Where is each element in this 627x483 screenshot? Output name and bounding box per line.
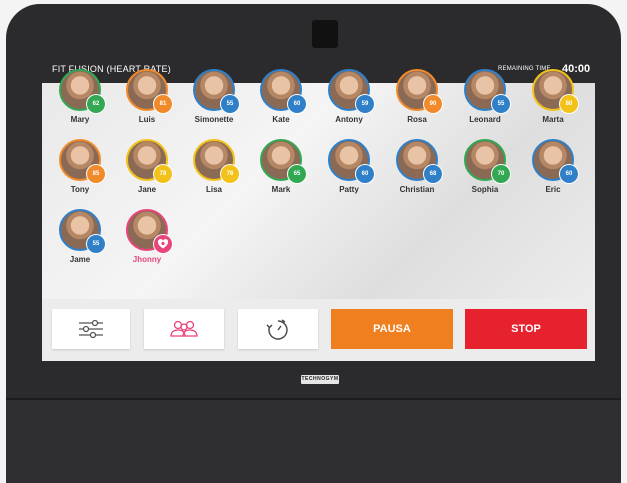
- athlete-card[interactable]: 90 Rosa: [385, 69, 449, 139]
- athlete-card[interactable]: 70 Sophia: [453, 139, 517, 209]
- heart-rate-badge: 80: [560, 95, 578, 113]
- heart-rate-badge: 55: [221, 95, 239, 113]
- athlete-card[interactable]: 65 Mark: [249, 139, 313, 209]
- athlete-name: Simonette: [194, 115, 234, 124]
- heart-rate-badge: 81: [154, 95, 172, 113]
- athlete-name: Patty: [339, 185, 359, 194]
- athlete-card[interactable]: 68 Christian: [385, 139, 449, 209]
- athlete-card[interactable]: 76 Lisa: [182, 139, 246, 209]
- athlete-card[interactable]: 60 Eric: [521, 139, 585, 209]
- heart-plus-icon: [154, 235, 172, 253]
- camera: [312, 20, 338, 48]
- heart-rate-badge: 55: [87, 235, 105, 253]
- athlete-name: Leonard: [469, 115, 501, 124]
- heart-rate-badge: 59: [356, 95, 374, 113]
- tablet-base: [6, 398, 621, 483]
- athlete-name: Lisa: [205, 185, 222, 194]
- athlete-card[interactable]: 78 Jane: [115, 139, 179, 209]
- heart-rate-badge: 55: [492, 95, 510, 113]
- heart-rate-badge: 90: [424, 95, 442, 113]
- athlete-name: Jhonny: [132, 255, 162, 264]
- heart-rate-badge: 70: [492, 165, 510, 183]
- heart-rate-badge: 60: [560, 165, 578, 183]
- athlete-card[interactable]: 80 Marta: [521, 69, 585, 139]
- heart-rate-badge: 78: [154, 165, 172, 183]
- heart-rate-badge: 65: [288, 165, 306, 183]
- stop-button[interactable]: STOP: [465, 309, 587, 349]
- athlete-name: Eric: [545, 185, 561, 194]
- athlete-name: Jame: [69, 255, 91, 264]
- timer-button[interactable]: [238, 309, 318, 349]
- brand-logo: TECHNOGYM: [301, 375, 339, 384]
- heart-rate-badge: 68: [424, 165, 442, 183]
- athlete-name: Rosa: [407, 115, 427, 124]
- athlete-name: Antony: [335, 115, 363, 124]
- athlete-name: Sophia: [471, 185, 499, 194]
- control-bar: PAUSA STOP: [42, 299, 595, 361]
- athlete-card[interactable]: 59 Antony: [317, 69, 381, 139]
- athlete-card[interactable]: Jhonny: [115, 209, 179, 279]
- athlete-card[interactable]: 62 Mary: [48, 69, 112, 139]
- timer-icon: [266, 319, 288, 340]
- heart-rate-badge: 62: [87, 95, 105, 113]
- settings-button[interactable]: [52, 309, 130, 349]
- heart-rate-badge: 60: [356, 165, 374, 183]
- athlete-name: Luis: [138, 115, 156, 124]
- athlete-name: Tony: [70, 185, 90, 194]
- athlete-card[interactable]: 55 Simonette: [182, 69, 246, 139]
- athlete-card[interactable]: 55 Jame: [48, 209, 112, 279]
- athlete-card[interactable]: 60 Patty: [317, 139, 381, 209]
- heart-rate-badge: 85: [87, 165, 105, 183]
- athlete-card[interactable]: 85 Tony: [48, 139, 112, 209]
- heart-rate-badge: 76: [221, 165, 239, 183]
- athlete-name: Marta: [542, 115, 564, 124]
- athlete-name: Mary: [70, 115, 90, 124]
- pausa-button[interactable]: PAUSA: [331, 309, 453, 349]
- athlete-grid: 62 Mary 81 Luis 55 Simonette 60 Kate 59 Antony 90 R…: [42, 69, 595, 299]
- athlete-name: Mark: [271, 185, 291, 194]
- heart-rate-badge: 60: [288, 95, 306, 113]
- athlete-name: Jane: [137, 185, 157, 194]
- athlete-card[interactable]: 81 Luis: [115, 69, 179, 139]
- group-icon: [170, 320, 198, 337]
- athlete-name: Christian: [399, 185, 435, 194]
- athlete-name: Kate: [272, 115, 290, 124]
- group-button[interactable]: [144, 309, 224, 349]
- athlete-card[interactable]: 55 Leonard: [453, 69, 517, 139]
- sliders-icon: [79, 319, 103, 339]
- athlete-card[interactable]: 60 Kate: [249, 69, 313, 139]
- app-screen: FIT FUSION (HEART RATE) REMAINING TIME 4…: [42, 57, 595, 361]
